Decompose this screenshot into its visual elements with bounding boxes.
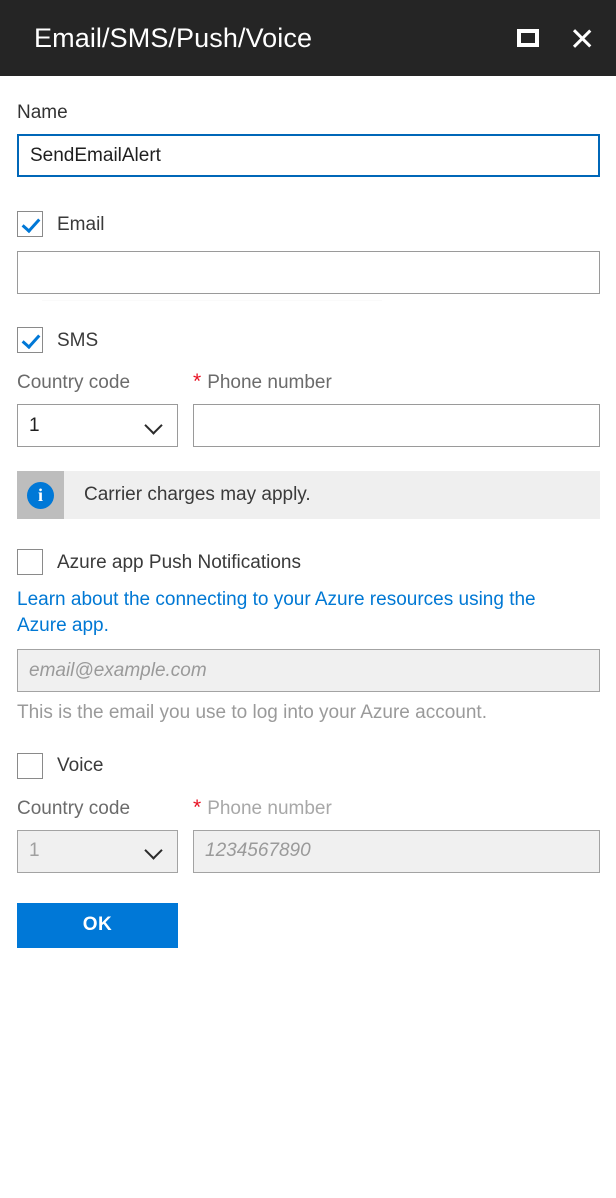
close-button[interactable]: [562, 18, 602, 58]
chevron-down-icon: [146, 843, 162, 859]
push-checkbox-label: Azure app Push Notifications: [57, 551, 301, 573]
sms-checkbox[interactable]: [17, 327, 43, 353]
titlebar: Email/SMS/Push/Voice: [0, 0, 616, 76]
email-checkbox-label: Email: [57, 213, 105, 235]
close-icon: [571, 27, 594, 50]
chevron-down-icon: [146, 418, 162, 434]
sms-phone-row: 1: [17, 404, 600, 447]
email-checkbox[interactable]: [17, 211, 43, 237]
push-email-helper-text: This is the email you use to log into yo…: [17, 702, 487, 724]
maximize-button[interactable]: [508, 18, 548, 58]
email-address-input[interactable]: [17, 251, 600, 294]
sms-required-marker: *: [193, 370, 202, 393]
notification-form: Name Email SMS Country code * Phone numb…: [0, 76, 616, 948]
voice-checkbox-label: Voice: [57, 755, 104, 777]
voice-country-code-label: Country code: [17, 797, 131, 819]
voice-phone-number-input[interactable]: [193, 829, 600, 873]
info-icon: i: [27, 481, 54, 509]
voice-required-marker: *: [193, 795, 202, 819]
voice-phone-number-label: Phone number: [207, 797, 332, 819]
push-checkbox-row[interactable]: Azure app Push Notifications: [17, 549, 600, 575]
carrier-charges-text: Carrier charges may apply.: [84, 484, 311, 505]
titlebar-actions: [508, 18, 602, 58]
sms-phone-number-label-group: * Phone number: [193, 370, 600, 393]
sms-phone-number-input[interactable]: [193, 404, 600, 447]
sms-checkbox-label: SMS: [57, 329, 99, 351]
carrier-charges-banner: i Carrier charges may apply.: [17, 471, 600, 519]
maximize-icon: [517, 29, 539, 47]
sms-country-code-select[interactable]: 1: [17, 404, 178, 447]
sms-phone-number-label: Phone number: [207, 372, 332, 393]
voice-country-code-value: 1: [29, 840, 40, 862]
name-input[interactable]: [17, 134, 600, 177]
sms-phone-labels: Country code * Phone number: [17, 370, 600, 393]
voice-phone-row: 1: [17, 829, 600, 873]
email-checkbox-row[interactable]: Email: [17, 211, 600, 237]
ok-button[interactable]: OK: [17, 902, 178, 948]
voice-checkbox-row[interactable]: Voice: [17, 752, 600, 779]
name-label: Name: [17, 102, 68, 123]
voice-phone-labels: Country code * Phone number: [17, 795, 600, 819]
info-icon-container: i: [17, 471, 64, 519]
push-checkbox[interactable]: [17, 549, 43, 575]
voice-phone-number-label-group: * Phone number: [193, 795, 600, 819]
voice-checkbox[interactable]: [17, 752, 43, 779]
push-email-input[interactable]: [17, 649, 600, 693]
sms-checkbox-row[interactable]: SMS: [17, 327, 600, 353]
sms-country-code-label: Country code: [17, 372, 131, 393]
azure-app-learn-link[interactable]: Learn about the connecting to your Azure…: [17, 587, 587, 639]
page-title: Email/SMS/Push/Voice: [34, 22, 313, 53]
sms-country-code-value: 1: [29, 414, 40, 436]
voice-country-code-select[interactable]: 1: [17, 829, 178, 873]
